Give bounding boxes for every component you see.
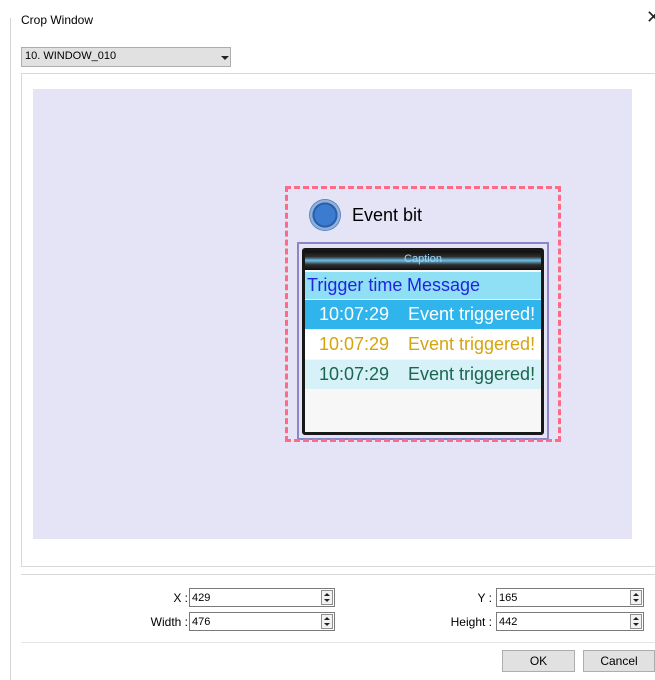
height-label: Height : [450,615,492,629]
height-stepper[interactable] [630,614,642,629]
down-arrow-icon [324,599,330,602]
close-icon[interactable]: ✕ [646,8,655,26]
height-field[interactable] [496,612,644,631]
width-input[interactable] [192,614,292,629]
ok-button[interactable]: OK [502,650,575,672]
window-select-value: 10. WINDOW_010 [25,50,117,62]
x-label: X : [173,591,188,605]
up-arrow-icon [324,593,330,596]
height-input[interactable] [499,614,599,629]
y-input[interactable] [499,590,599,605]
down-arrow-icon [633,599,639,602]
crop-region-handle[interactable] [285,186,561,442]
down-arrow-icon [324,623,330,626]
buttons-divider [21,642,655,643]
up-arrow-icon [633,617,639,620]
width-stepper[interactable] [321,614,333,629]
x-field[interactable] [189,588,335,607]
crop-window-dialog: Crop Window ✕ 10. WINDOW_010 Event bit C… [0,0,655,680]
up-arrow-icon [633,593,639,596]
y-stepper[interactable] [630,590,642,605]
dialog-title: Crop Window [21,13,94,27]
window-select-dropdown[interactable]: 10. WINDOW_010 [21,47,231,67]
width-label: Width : [150,615,188,629]
fields-divider [21,574,655,575]
dialog-left-border [10,18,11,680]
x-input[interactable] [192,590,292,605]
chevron-down-icon [221,56,229,60]
width-field[interactable] [189,612,335,631]
x-stepper[interactable] [321,590,333,605]
down-arrow-icon [633,623,639,626]
cancel-button[interactable]: Cancel [583,650,655,672]
up-arrow-icon [324,617,330,620]
y-label: Y : [477,591,492,605]
y-field[interactable] [496,588,644,607]
